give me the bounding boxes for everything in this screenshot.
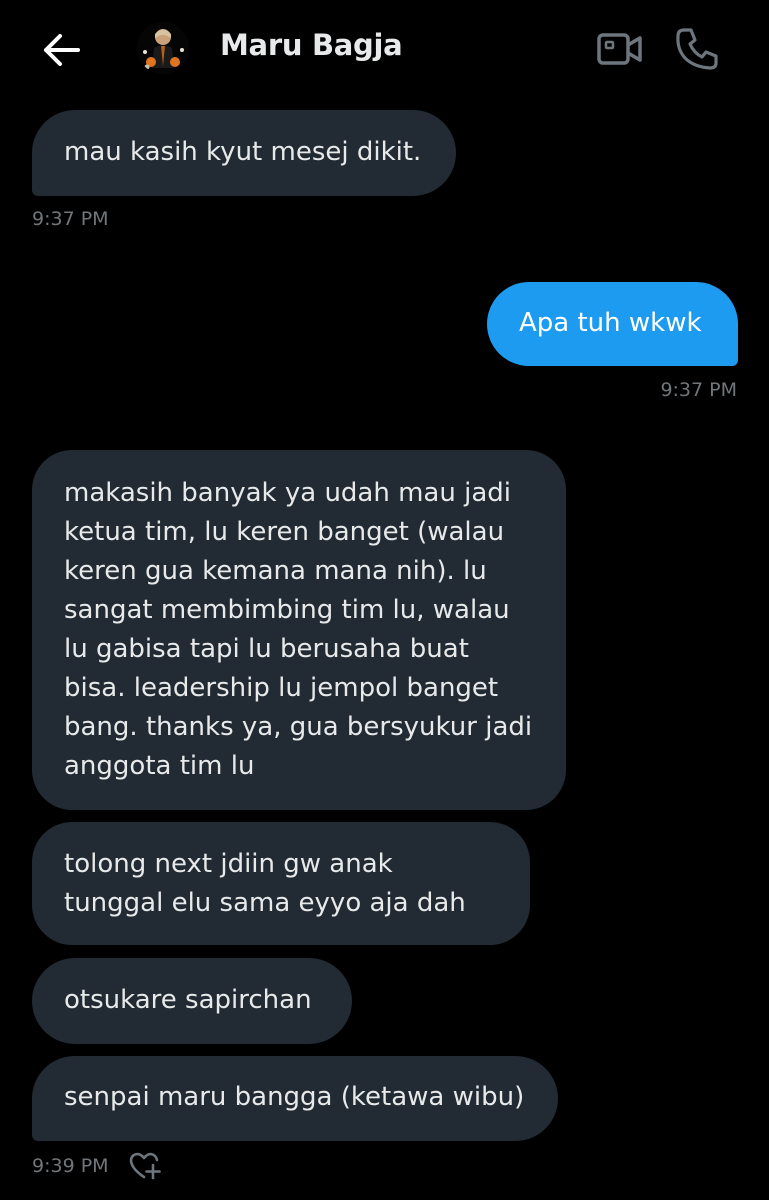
message-timestamp: 9:37 PM: [32, 208, 109, 230]
arrow-left-icon: [44, 34, 80, 66]
message-bubble[interactable]: Apa tuh wkwk: [487, 282, 738, 366]
message-bubble[interactable]: mau kasih kyut mesej dikit.: [32, 110, 456, 196]
contact-name[interactable]: Maru Bagja: [220, 28, 403, 62]
message-timestamp: 9:39 PM: [32, 1155, 109, 1177]
message-bubble[interactable]: tolong next jdiin gw anak tunggal elu sa…: [32, 822, 530, 945]
video-camera-icon: [597, 33, 642, 65]
message-bubble[interactable]: senpai maru bangga (ketawa wibu): [32, 1056, 558, 1141]
message-bubble[interactable]: otsukare sapirchan: [32, 958, 352, 1044]
message-timestamp: 9:37 PM: [660, 379, 737, 401]
back-button[interactable]: [40, 30, 84, 70]
voice-call-button[interactable]: [674, 26, 720, 72]
conversation-header: Maru Bagja: [0, 0, 769, 100]
add-reaction-heart-icon: [129, 1152, 161, 1180]
video-call-button[interactable]: [596, 28, 644, 70]
message-bubble[interactable]: makasih banyak ya udah mau jadi ketua ti…: [32, 450, 566, 810]
add-reaction-button[interactable]: [128, 1151, 162, 1181]
phone-icon: [676, 28, 718, 70]
avatar[interactable]: [137, 22, 189, 74]
